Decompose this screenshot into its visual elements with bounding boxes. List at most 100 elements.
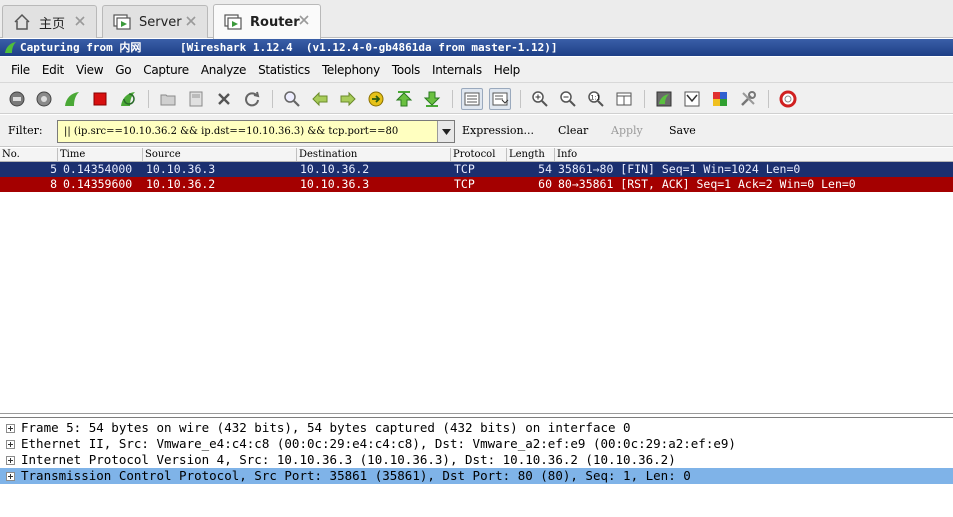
apply-button[interactable]: Apply <box>611 124 643 137</box>
close-icon[interactable] <box>73 14 87 28</box>
detail-tree-item-selected[interactable]: Transmission Control Protocol, Src Port:… <box>0 468 953 484</box>
go-forward-icon[interactable] <box>337 88 359 110</box>
tab-router[interactable]: Router <box>213 4 321 39</box>
preferences-icon[interactable] <box>737 88 759 110</box>
expand-icon[interactable] <box>6 456 15 465</box>
tab-label: Router <box>250 14 300 30</box>
menu-bar: File Edit View Go Capture Analyze Statis… <box>0 57 953 82</box>
detail-text: Frame 5: 54 bytes on wire (432 bits), 54… <box>21 420 631 435</box>
packet-list-header: No. Time Source Destination Protocol Len… <box>0 148 953 162</box>
filter-label: Filter: <box>8 124 43 137</box>
column-header-time[interactable]: Time <box>58 148 143 161</box>
capture-options-icon[interactable] <box>33 88 55 110</box>
filter-dropdown-button[interactable] <box>437 121 454 142</box>
cell-length: 54 <box>538 162 552 176</box>
vm-icon <box>113 14 131 30</box>
coloring-rules-icon[interactable] <box>709 88 731 110</box>
tab-label: 主页 <box>39 16 66 32</box>
column-header-protocol[interactable]: Protocol <box>451 148 507 161</box>
detail-text: Ethernet II, Src: Vmware_e4:c4:c8 (00:0c… <box>21 436 736 451</box>
packet-row[interactable]: 5 0.14354000 10.10.36.3 10.10.36.2 TCP 5… <box>0 162 953 177</box>
toolbar-separator <box>644 90 645 108</box>
cell-protocol: TCP <box>454 162 475 176</box>
menu-tools[interactable]: Tools <box>386 63 426 77</box>
detail-tree-item[interactable]: Frame 5: 54 bytes on wire (432 bits), 54… <box>0 420 953 436</box>
cell-no: 5 <box>50 162 57 176</box>
restart-capture-icon[interactable] <box>117 88 139 110</box>
colorize-icon[interactable] <box>461 88 483 110</box>
filter-combobox[interactable] <box>57 120 455 143</box>
cell-info: 35861→80 [FIN] Seq=1 Win=1024 Len=0 <box>558 162 801 176</box>
capture-filters-icon[interactable] <box>653 88 675 110</box>
close-icon[interactable] <box>184 14 198 28</box>
interface-list-icon[interactable] <box>6 88 28 110</box>
main-toolbar: 1:1 <box>0 82 953 114</box>
detail-tree-item[interactable]: Internet Protocol Version 4, Src: 10.10.… <box>0 452 953 468</box>
stop-capture-icon[interactable] <box>89 88 111 110</box>
help-icon[interactable] <box>777 88 799 110</box>
menu-go[interactable]: Go <box>109 63 137 77</box>
go-back-icon[interactable] <box>309 88 331 110</box>
detail-text: Transmission Control Protocol, Src Port:… <box>21 468 691 483</box>
go-first-icon[interactable] <box>393 88 415 110</box>
packet-list-pane[interactable]: No. Time Source Destination Protocol Len… <box>0 148 953 414</box>
toolbar-separator <box>272 90 273 108</box>
start-capture-icon[interactable] <box>61 88 83 110</box>
filter-toolbar: Filter: Expression... Clear Apply Save <box>0 115 953 147</box>
column-header-no[interactable]: No. <box>0 148 58 161</box>
close-file-icon[interactable] <box>213 88 235 110</box>
column-header-length[interactable]: Length <box>507 148 555 161</box>
svg-text:1:1: 1:1 <box>591 95 601 102</box>
clear-button[interactable]: Clear <box>558 124 588 137</box>
packet-row[interactable]: 8 0.14359600 10.10.36.2 10.10.36.3 TCP 6… <box>0 177 953 192</box>
menu-internals[interactable]: Internals <box>426 63 488 77</box>
display-filter-input[interactable] <box>58 121 436 142</box>
zoom-out-icon[interactable] <box>557 88 579 110</box>
toolbar-separator <box>452 90 453 108</box>
tab-server[interactable]: Server <box>102 5 208 38</box>
menu-file[interactable]: File <box>5 63 36 77</box>
display-filters-icon[interactable] <box>681 88 703 110</box>
reload-icon[interactable] <box>241 88 263 110</box>
resize-columns-icon[interactable] <box>613 88 635 110</box>
find-packet-icon[interactable] <box>281 88 303 110</box>
detail-tree-item[interactable]: Ethernet II, Src: Vmware_e4:c4:c8 (00:0c… <box>0 436 953 452</box>
zoom-normal-icon[interactable]: 1:1 <box>585 88 607 110</box>
tab-home[interactable]: 主页 <box>2 5 97 38</box>
menu-telephony[interactable]: Telephony <box>316 63 386 77</box>
menu-help[interactable]: Help <box>488 63 526 77</box>
menu-analyze[interactable]: Analyze <box>195 63 252 77</box>
window-title-bar: Capturing from 内网 [Wireshark 1.12.4 (v1.… <box>0 39 953 56</box>
go-last-icon[interactable] <box>421 88 443 110</box>
expand-icon[interactable] <box>6 424 15 433</box>
zoom-in-icon[interactable] <box>529 88 551 110</box>
save-file-icon[interactable] <box>185 88 207 110</box>
column-header-destination[interactable]: Destination <box>297 148 451 161</box>
save-button[interactable]: Save <box>669 124 696 137</box>
column-header-info[interactable]: Info <box>555 148 953 161</box>
vm-tab-bar: 主页 Server Router <box>0 0 953 39</box>
expand-icon[interactable] <box>6 472 15 481</box>
window-title: Capturing from 内网 <box>20 41 142 54</box>
cell-source: 10.10.36.2 <box>146 177 216 191</box>
cell-time: 0.14354000 <box>63 162 133 176</box>
cell-source: 10.10.36.3 <box>146 162 216 176</box>
menu-view[interactable]: View <box>70 63 109 77</box>
tab-label: Server <box>139 14 182 30</box>
menu-capture[interactable]: Capture <box>137 63 195 77</box>
menu-statistics[interactable]: Statistics <box>252 63 316 77</box>
home-icon <box>14 13 30 30</box>
cell-protocol: TCP <box>454 177 475 191</box>
open-file-icon[interactable] <box>157 88 179 110</box>
column-header-source[interactable]: Source <box>143 148 297 161</box>
close-icon[interactable] <box>297 13 311 27</box>
menu-edit[interactable]: Edit <box>36 63 70 77</box>
toolbar-separator <box>520 90 521 108</box>
go-to-packet-icon[interactable] <box>365 88 387 110</box>
packet-details-pane[interactable]: Frame 5: 54 bytes on wire (432 bits), 54… <box>0 417 953 517</box>
detail-text: Internet Protocol Version 4, Src: 10.10.… <box>21 452 676 467</box>
expand-icon[interactable] <box>6 440 15 449</box>
window-version: [Wireshark 1.12.4 (v1.12.4-0-gb4861da fr… <box>180 41 558 54</box>
autoscroll-icon[interactable] <box>489 88 511 110</box>
expression-button[interactable]: Expression... <box>462 124 534 137</box>
